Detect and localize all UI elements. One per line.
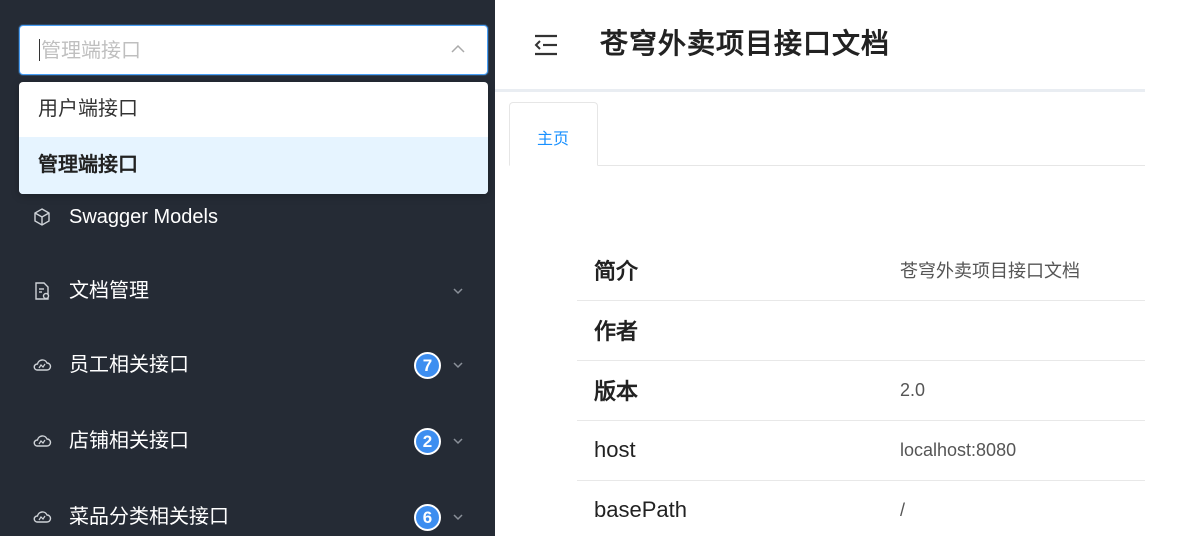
tab-bar: 主页 <box>509 102 1145 166</box>
top-bar: 苍穹外卖项目接口文档 <box>495 0 1145 92</box>
info-key: basePath <box>594 497 687 523</box>
info-value <box>900 300 1145 361</box>
info-value: 2.0 <box>900 360 1145 421</box>
chevron-up-icon[interactable] <box>449 40 467 58</box>
sidebar-item-label: 店铺相关接口 <box>69 430 189 452</box>
sidebar: 管理端接口 用户端接口 管理端接口 Swagger Models 文档管理 员工… <box>0 0 495 536</box>
cloud-icon <box>33 359 52 371</box>
chevron-down-icon[interactable] <box>452 285 464 297</box>
cloud-icon <box>33 435 52 447</box>
table-row: 版本 2.0 <box>577 360 1145 421</box>
menu-fold-icon[interactable] <box>533 33 559 57</box>
info-key: 版本 <box>577 360 900 421</box>
sidebar-item-label: 文档管理 <box>69 280 149 302</box>
chevron-down-icon[interactable] <box>452 435 464 447</box>
table-row: basePath / <box>577 480 1145 536</box>
cloud-icon <box>33 511 52 523</box>
sidebar-item-label: 菜品分类相关接口 <box>69 506 229 528</box>
table-row: 简介 苍穹外卖项目接口文档 <box>577 240 1145 301</box>
info-key: 作者 <box>577 300 900 361</box>
api-info-table: 简介 苍穹外卖项目接口文档 作者 版本 2.0 host localhost:8… <box>577 240 1145 536</box>
count-badge: 7 <box>414 352 441 379</box>
sidebar-item-label: 员工相关接口 <box>69 354 189 376</box>
count-badge: 6 <box>414 504 441 531</box>
table-row: 作者 <box>577 300 1145 361</box>
tab-label: 主页 <box>537 131 570 148</box>
table-row: host localhost:8080 <box>577 420 1145 481</box>
dropdown-option-user-api[interactable]: 用户端接口 <box>19 82 488 137</box>
sidebar-item-swagger-models[interactable]: Swagger Models <box>0 192 495 242</box>
cube-icon <box>34 208 50 226</box>
text-caret <box>39 39 40 61</box>
info-value: 苍穹外卖项目接口文档 <box>900 240 1145 301</box>
sidebar-item-label: Swagger Models <box>69 206 218 228</box>
api-group-select-value: 管理端接口 <box>41 40 141 62</box>
info-key: 简介 <box>577 240 900 301</box>
info-value: localhost:8080 <box>900 420 1145 481</box>
main-content: 苍穹外卖项目接口文档 主页 简介 苍穹外卖项目接口文档 作者 版本 2.0 ho… <box>495 0 1191 536</box>
info-value: / <box>900 499 906 520</box>
dropdown-option-admin-api[interactable]: 管理端接口 <box>19 137 488 194</box>
page-title: 苍穹外卖项目接口文档 <box>600 28 891 59</box>
sidebar-item-category-api[interactable]: 菜品分类相关接口 6 <box>0 492 495 536</box>
sidebar-item-shop-api[interactable]: 店铺相关接口 2 <box>0 416 495 466</box>
sidebar-item-doc-management[interactable]: 文档管理 <box>0 266 495 316</box>
chevron-down-icon[interactable] <box>452 511 464 523</box>
sidebar-item-employee-api[interactable]: 员工相关接口 7 <box>0 340 495 390</box>
count-badge: 2 <box>414 428 441 455</box>
tab-home[interactable]: 主页 <box>509 102 598 166</box>
api-group-dropdown: 用户端接口 管理端接口 <box>19 82 488 194</box>
doc-settings-icon <box>35 282 50 300</box>
chevron-down-icon[interactable] <box>452 359 464 371</box>
info-key: host <box>577 420 900 481</box>
api-group-select[interactable]: 管理端接口 <box>19 25 488 75</box>
